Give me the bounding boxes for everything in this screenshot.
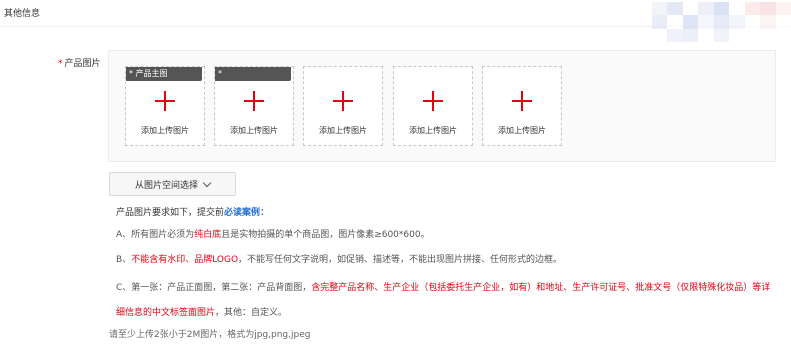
rule-c-text: C、第一张：产品正面图，第二张：产品背面图， [116, 283, 312, 293]
requirement-rule-c: C、第一张：产品正面图，第二张：产品背面图，含完整产品名称、生产企业（包括委托生… [116, 276, 776, 326]
slot-tag: * 产品主图 [126, 67, 202, 81]
plus-icon [512, 91, 532, 111]
requirements-intro-suffix: ： [260, 208, 270, 218]
plus-icon [333, 91, 353, 111]
rule-c-text-end: ，其他：自定义。 [215, 308, 288, 318]
required-mark: * [58, 59, 63, 69]
product-image-label: * 产品图片 [58, 56, 101, 69]
slot-caption: 添加上传图片 [230, 126, 278, 135]
requirements-intro: 产品图片要求如下，提交前必读案例： [116, 205, 269, 218]
rule-b-text-end: ，不能写任何文字说明，如促销、描述等，不能出现图片拼接、任何形式的边框。 [238, 255, 563, 265]
product-image-label-text: 产品图片 [64, 59, 101, 69]
rule-b-highlight: 不能含有水印、品牌LOGO [131, 255, 239, 265]
requirements-intro-text: 产品图片要求如下，提交前 [116, 208, 225, 218]
plus-icon [155, 91, 175, 111]
image-slot-main[interactable]: * 产品主图 添加上传图片 [125, 66, 205, 146]
slot-caption: 添加上传图片 [498, 126, 546, 135]
slot-caption: 添加上传图片 [409, 126, 457, 135]
upload-limit-note: 请至少上传2张小于2M图片，格式为jpg,png,jpeg [109, 330, 311, 340]
slot-tag: * [215, 67, 291, 81]
rule-a-text-end: 且是实物拍摄的单个商品图，图片像素≥600*600。 [221, 230, 430, 240]
rule-a-highlight: 纯白底 [194, 230, 222, 240]
image-upload-panel: * 产品主图 添加上传图片 * 添加上传图片 添加上传图片 添加上传图片 添加上… [108, 50, 776, 162]
requirement-rule-a: A、所有图片必须为纯白底且是实物拍摄的单个商品图，图片像素≥600*600。 [116, 226, 430, 244]
image-slot-5[interactable]: 添加上传图片 [482, 66, 562, 146]
image-slot-4[interactable]: 添加上传图片 [393, 66, 473, 146]
image-slot-2[interactable]: * 添加上传图片 [214, 66, 294, 146]
section-title: 其他信息 [4, 9, 41, 19]
slot-caption: 添加上传图片 [141, 126, 189, 135]
plus-icon [244, 91, 264, 111]
blurred-avatar-image [652, 2, 791, 42]
rule-a-text: A、所有图片必须为 [116, 230, 195, 240]
select-from-image-space-button[interactable]: 从图片空间选择 [109, 172, 236, 196]
image-slot-3[interactable]: 添加上传图片 [303, 66, 383, 146]
chevron-down-icon [202, 178, 212, 187]
plus-icon [423, 91, 443, 111]
select-from-image-space-label: 从图片空间选择 [134, 180, 198, 191]
must-read-cases-link[interactable]: 必读案例 [224, 208, 260, 218]
slot-caption: 添加上传图片 [319, 126, 367, 135]
requirement-rule-b: B、不能含有水印、品牌LOGO，不能写任何文字说明，如促销、描述等，不能出现图片… [116, 251, 562, 269]
rule-b-text: B、 [116, 255, 132, 265]
